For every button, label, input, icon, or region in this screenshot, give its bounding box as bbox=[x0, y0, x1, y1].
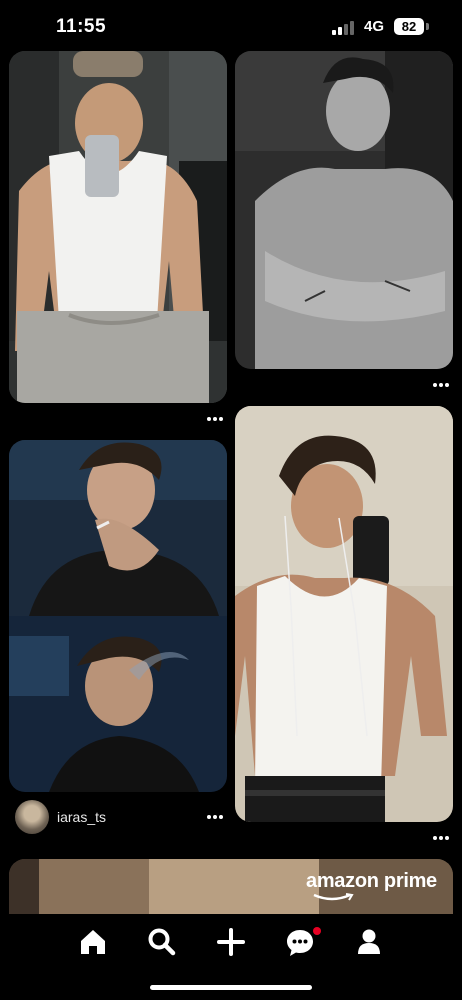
pin-mirror-selfie-tank-top[interactable] bbox=[235, 406, 453, 822]
nav-create[interactable] bbox=[215, 926, 247, 958]
nav-search[interactable] bbox=[146, 926, 178, 958]
avatar[interactable] bbox=[15, 800, 49, 834]
pin-image bbox=[235, 51, 453, 369]
search-icon bbox=[148, 928, 176, 956]
more-options-icon[interactable] bbox=[433, 382, 449, 388]
amazon-smile-icon bbox=[313, 893, 354, 901]
pin-gym-mirror-selfie[interactable] bbox=[9, 51, 227, 403]
profile-icon bbox=[358, 929, 380, 954]
network-type: 4G bbox=[364, 18, 385, 35]
chat-icon bbox=[287, 930, 313, 956]
nav-messages[interactable] bbox=[284, 926, 316, 958]
creator-name[interactable]: iaras_ts bbox=[57, 809, 106, 825]
more-options-icon[interactable] bbox=[433, 835, 449, 841]
nav-home[interactable] bbox=[77, 926, 109, 958]
pin-smoking-portraits[interactable] bbox=[9, 440, 227, 792]
pin-image bbox=[235, 406, 453, 822]
pin-bw-portrait[interactable] bbox=[235, 51, 453, 369]
home-indicator[interactable] bbox=[150, 985, 312, 990]
pin-image bbox=[9, 440, 227, 792]
more-options-icon[interactable] bbox=[207, 416, 223, 422]
nav-profile[interactable] bbox=[353, 926, 385, 958]
status-time: 11:55 bbox=[56, 16, 107, 37]
pin-image bbox=[9, 51, 227, 403]
status-bar: 11:55 4G 82 bbox=[0, 0, 462, 50]
ad-brand-text: amazon prime bbox=[306, 870, 437, 892]
more-options-icon[interactable] bbox=[207, 814, 223, 820]
plus-icon bbox=[217, 928, 245, 956]
signal-icon bbox=[332, 21, 356, 35]
notification-dot bbox=[313, 927, 321, 935]
battery-icon: 82 bbox=[394, 18, 424, 35]
home-icon bbox=[81, 930, 105, 954]
